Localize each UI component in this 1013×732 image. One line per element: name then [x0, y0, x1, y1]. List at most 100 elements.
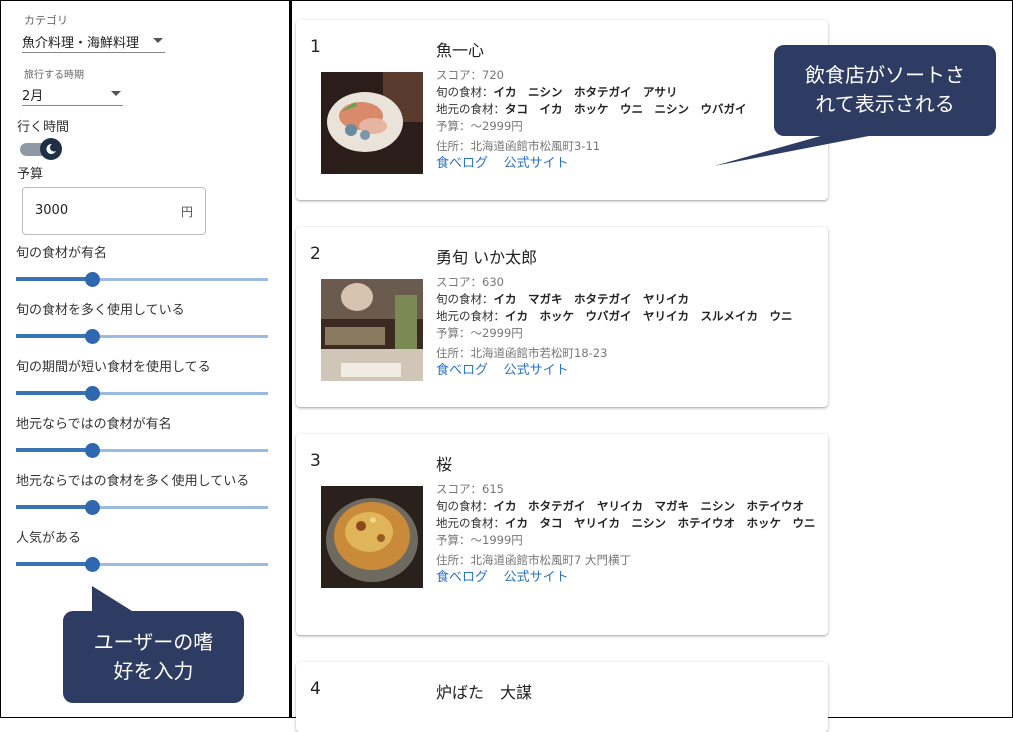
category-select[interactable]: 魚介料理・海鮮料理: [22, 30, 165, 53]
result-rank: 4: [310, 679, 321, 699]
slider-local-famous[interactable]: [16, 443, 268, 458]
result-budget: 予算：～2999円: [436, 326, 523, 340]
results-callout-line2: れて表示される: [815, 92, 955, 116]
result-links: 食べログ 公式サイト: [436, 155, 816, 172]
local-ingredients: 地元の食材：イカ タコ ヤリイカ ニシン ホテイウオ ホッケ ウニ: [436, 515, 816, 532]
slider-thumb[interactable]: [84, 272, 100, 287]
result-card[interactable]: 2 勇旬 いか太郎 スコア：630 旬の食材：イカ マガキ ホタテガイ ヤリイカ…: [296, 227, 828, 407]
results-callout: 飲食店がソートさ れて表示される: [774, 45, 996, 136]
local-values: イカ ホッケ ウバガイ ヤリイカ スルメイカ ウニ: [505, 309, 793, 323]
seasonal-label: 旬の食材：: [436, 499, 494, 513]
result-name: 炉ばた 大謀: [436, 683, 533, 702]
result-score: スコア：615: [436, 482, 504, 496]
local-ingredients: 地元の食材：タコ イカ ホッケ ウニ ニシン ウバガイ: [436, 101, 816, 118]
chevron-down-icon: [153, 38, 163, 43]
toggle-knob: [40, 138, 62, 160]
seasonal-values: イカ ニシン ホタテガイ アサリ: [493, 85, 678, 99]
input-callout-line1: ユーザーの嗜: [93, 630, 214, 654]
budget-value: 3000: [35, 203, 69, 218]
result-budget: 予算：～1999円: [436, 533, 523, 547]
category-value: 魚介料理・海鮮料理: [22, 36, 140, 51]
result-address: 住所：北海道函館市若松町18-23: [436, 346, 608, 360]
slider-seasonal-many[interactable]: [16, 329, 268, 344]
result-budget: 予算：～2999円: [436, 119, 523, 133]
slider-seasonal-short[interactable]: [16, 386, 268, 401]
seasonal-values: イカ ホタテガイ ヤリイカ マガキ ニシン ホテイウオ: [493, 499, 805, 513]
result-links: 食べログ 公式サイト: [436, 569, 816, 586]
local-values: イカ タコ ヤリイカ ニシン ホテイウオ ホッケ ウニ: [505, 516, 816, 530]
official-site-link[interactable]: 公式サイト: [504, 363, 569, 378]
slider-thumb[interactable]: [84, 443, 100, 458]
slider-thumb[interactable]: [84, 557, 100, 572]
slider-label: 地元ならではの食材が有名: [16, 417, 172, 432]
result-info: スコア：720 旬の食材：イカ ニシン ホタテガイ アサリ 地元の食材：タコ イ…: [436, 67, 816, 172]
food-photo: [321, 279, 423, 381]
result-score: スコア：630: [436, 275, 504, 289]
slider-label: 旬の期間が短い食材を使用してる: [16, 360, 211, 375]
slider-label: 人気がある: [16, 531, 82, 546]
result-rank: 1: [310, 37, 321, 57]
seasonal-ingredients: 旬の食材：イカ ニシン ホタテガイ アサリ: [436, 84, 816, 101]
period-label: 旅行する時期: [24, 70, 84, 81]
slider-fill: [16, 562, 92, 566]
period-value: 2月: [22, 89, 44, 104]
result-name: 魚一心: [436, 41, 485, 60]
result-address: 住所：北海道函館市松風町7 大門横丁: [436, 553, 631, 567]
slider-fill: [16, 391, 92, 395]
slider-thumb[interactable]: [84, 329, 100, 344]
results-callout-line1: 飲食店がソートさ: [805, 63, 965, 87]
official-site-link[interactable]: 公式サイト: [504, 570, 569, 585]
result-rank: 3: [310, 451, 321, 471]
category-label: カテゴリ: [24, 14, 68, 27]
result-card[interactable]: 1 魚一心 スコア：720 旬の食材：イカ ニシン ホタテガイ アサリ 地元の食…: [296, 20, 828, 200]
slider-label: 旬の食材が有名: [16, 246, 108, 261]
seasonal-label: 旬の食材：: [436, 85, 494, 99]
input-callout: ユーザーの嗜 好を入力: [63, 611, 244, 703]
moon-icon: [46, 143, 56, 154]
local-label: 地元の食材：: [436, 309, 505, 323]
slider-fill: [16, 334, 92, 338]
result-address: 住所：北海道函館市松風町3-11: [436, 139, 601, 153]
input-callout-line2: 好を入力: [113, 659, 194, 683]
panel-divider: [289, 0, 292, 718]
slider-thumb[interactable]: [84, 386, 100, 401]
budget-unit: 円: [180, 205, 193, 219]
tabelog-link[interactable]: 食べログ: [436, 363, 488, 378]
local-values: タコ イカ ホッケ ウニ ニシン ウバガイ: [505, 102, 747, 116]
slider-label: 地元ならではの食材を多く使用している: [16, 474, 250, 489]
result-card[interactable]: 4 炉ばた 大謀: [296, 662, 828, 732]
tabelog-link[interactable]: 食べログ: [436, 570, 488, 585]
seasonal-values: イカ マガキ ホタテガイ ヤリイカ: [493, 292, 690, 306]
food-photo: [321, 72, 423, 174]
result-name: 勇旬 いか太郎: [436, 248, 538, 267]
official-site-link[interactable]: 公式サイト: [504, 156, 569, 171]
slider-thumb[interactable]: [84, 500, 100, 515]
slider-local-many[interactable]: [16, 500, 268, 515]
slider-seasonal-famous[interactable]: [16, 272, 268, 287]
time-toggle[interactable]: [20, 138, 64, 160]
slider-popular[interactable]: [16, 557, 268, 572]
period-select[interactable]: 2月: [22, 83, 123, 106]
seasonal-ingredients: 旬の食材：イカ ホタテガイ ヤリイカ マガキ ニシン ホテイウオ: [436, 498, 816, 515]
budget-label: 予算: [17, 167, 44, 182]
local-label: 地元の食材：: [436, 516, 505, 530]
local-ingredients: 地元の食材：イカ ホッケ ウバガイ ヤリイカ スルメイカ ウニ: [436, 308, 816, 325]
time-label: 行く時間: [17, 120, 70, 135]
result-score: スコア：720: [436, 68, 504, 82]
seasonal-ingredients: 旬の食材：イカ マガキ ホタテガイ ヤリイカ: [436, 291, 816, 308]
result-rank: 2: [310, 244, 321, 264]
slider-label: 旬の食材を多く使用している: [16, 303, 185, 318]
food-photo: [321, 486, 423, 588]
slider-fill: [16, 448, 92, 452]
slider-fill: [16, 277, 92, 281]
tabelog-link[interactable]: 食べログ: [436, 156, 488, 171]
result-links: 食べログ 公式サイト: [436, 362, 816, 379]
seasonal-label: 旬の食材：: [436, 292, 494, 306]
result-card[interactable]: 3 桜 スコア：615 旬の食材：イカ ホタテガイ ヤリイカ マガキ ニシン ホ…: [296, 434, 828, 635]
result-info: スコア：615 旬の食材：イカ ホタテガイ ヤリイカ マガキ ニシン ホテイウオ…: [436, 481, 816, 586]
slider-fill: [16, 505, 92, 509]
result-info: スコア：630 旬の食材：イカ マガキ ホタテガイ ヤリイカ 地元の食材：イカ …: [436, 274, 816, 379]
budget-input[interactable]: 3000 円: [22, 187, 206, 235]
chevron-down-icon: [111, 91, 121, 96]
local-label: 地元の食材：: [436, 102, 505, 116]
